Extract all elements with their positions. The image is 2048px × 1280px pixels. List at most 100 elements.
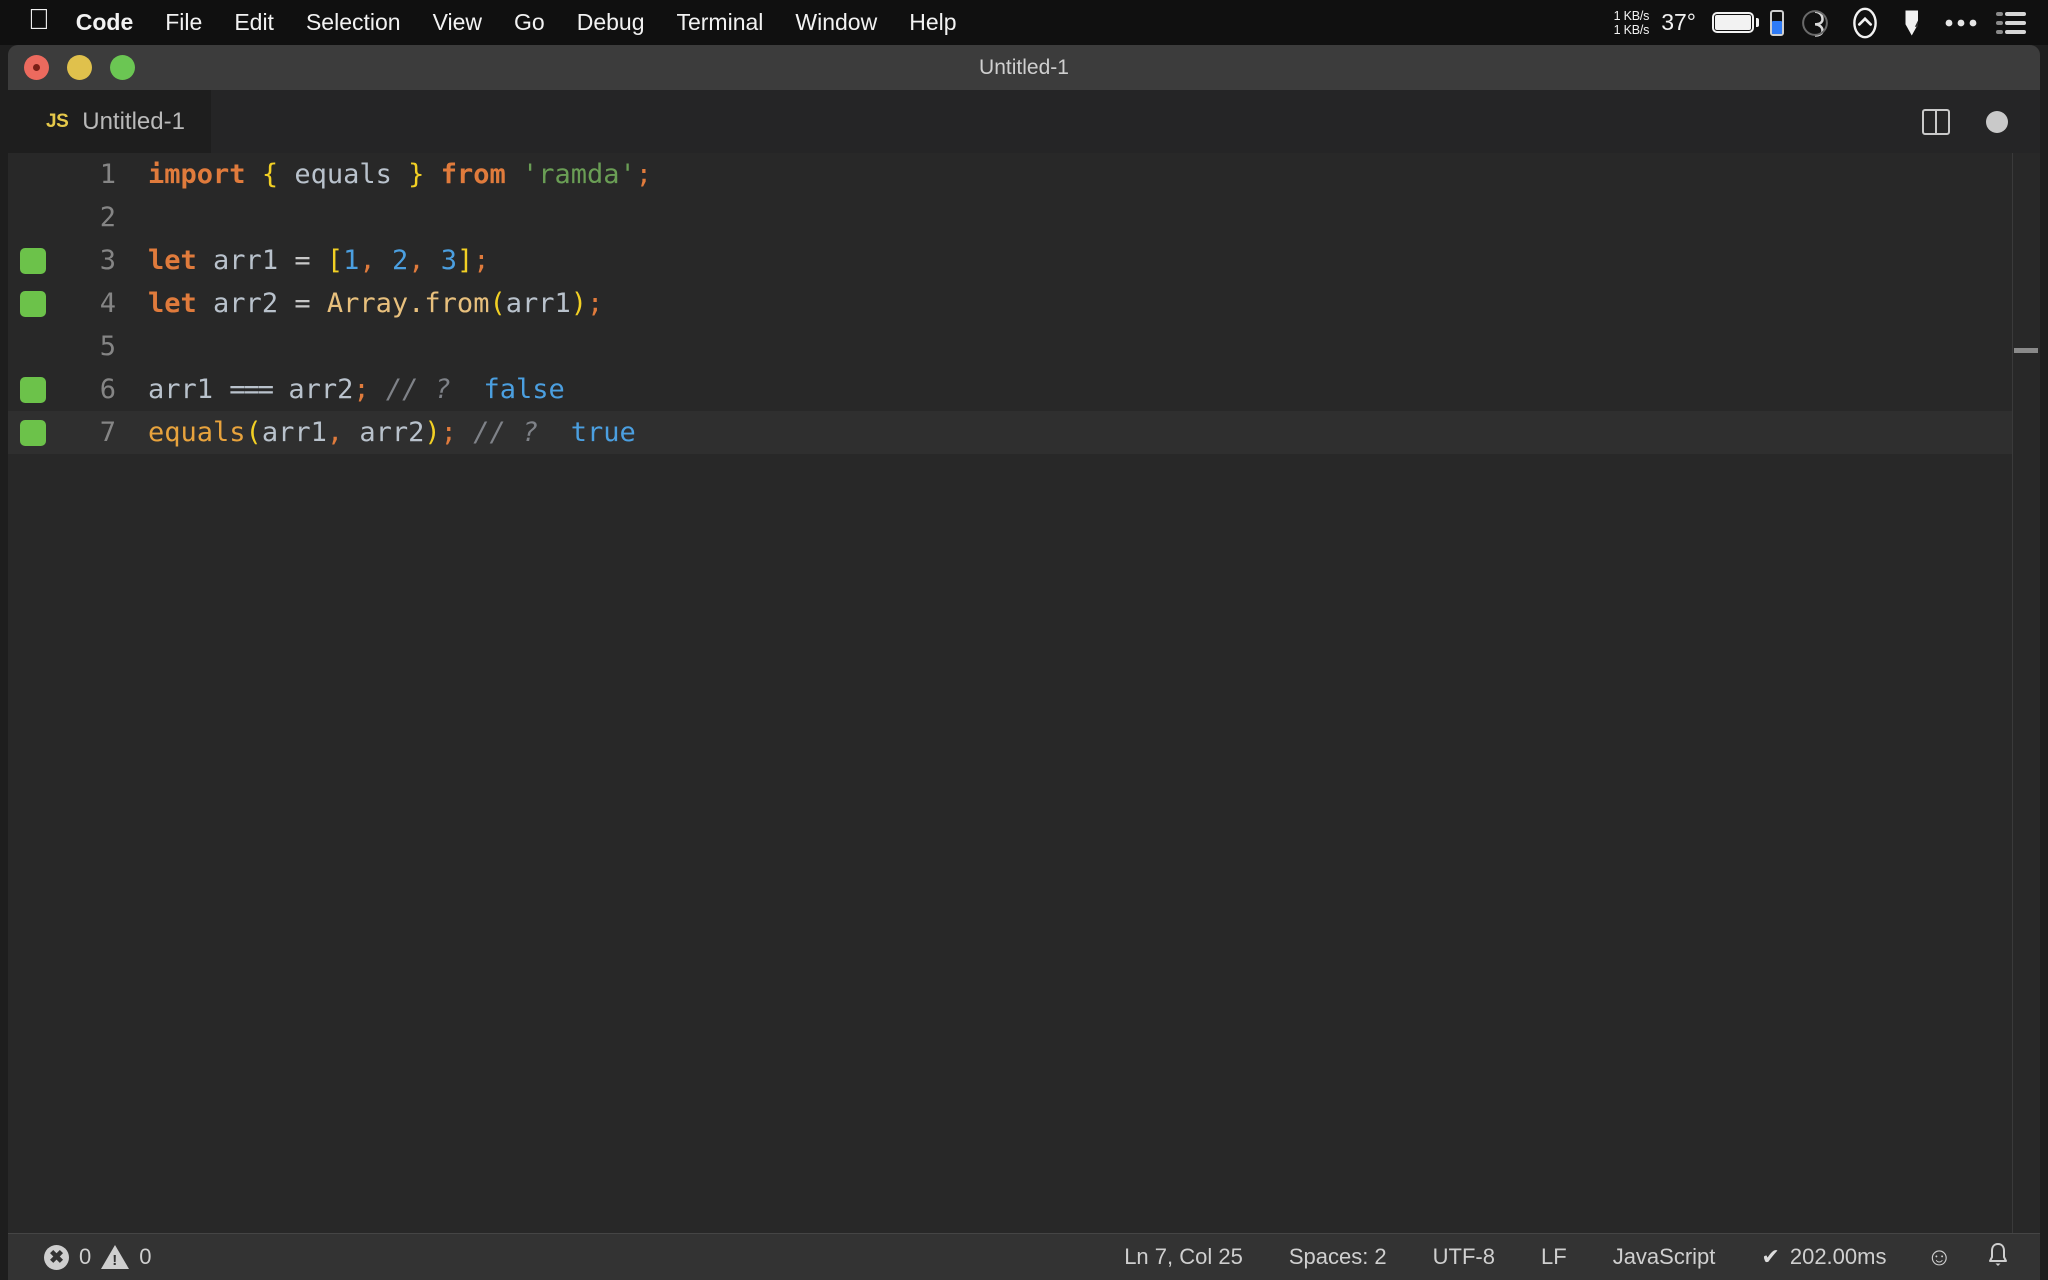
feedback-smiley-icon[interactable]: ☺ [1926, 1245, 1952, 1270]
line-number: 2 [68, 202, 116, 233]
line-number: 3 [68, 245, 116, 276]
notifications-bell-icon[interactable] [1986, 1242, 2010, 1273]
token-brace: } [408, 159, 424, 190]
line-number: 7 [68, 417, 116, 448]
quokka-coverage-marker [20, 420, 46, 446]
token-punc: ; [473, 245, 489, 276]
encoding-setting[interactable]: UTF-8 [1427, 1244, 1501, 1270]
code-line-2[interactable]: 2 [8, 196, 2040, 239]
token-op [278, 159, 294, 190]
quokka-coverage-marker [20, 291, 46, 317]
menu-item-terminal[interactable]: Terminal [676, 9, 763, 36]
dropbox-icon[interactable] [1900, 8, 1926, 38]
menu-item-view[interactable]: View [433, 9, 482, 36]
menu-bar-status-icons: 1 KB/s 1 KB/s 37° [1614, 0, 2048, 45]
menu-item-help[interactable]: Help [909, 9, 956, 36]
split-editor-icon[interactable] [1922, 109, 1950, 135]
token-num: 2 [392, 245, 408, 276]
token-op [311, 288, 327, 319]
temperature-indicator[interactable]: 37° [1661, 9, 1696, 36]
line-content: let arr2 = Array.from(arr1); [148, 288, 603, 319]
token-punc: ; [441, 417, 457, 448]
code-line-3[interactable]: 3let arr1 = [1, 2, 3]; [8, 239, 2040, 282]
token-eqeq: === [229, 374, 272, 405]
code-editor[interactable]: 1import { equals } from 'ramda';23let ar… [8, 153, 2040, 1233]
vscode-window: Untitled-1 JS Untitled-1 1import { equal… [8, 45, 2040, 1280]
token-cmt: // ? [473, 417, 538, 448]
unsaved-dot-icon[interactable] [1986, 111, 2008, 133]
quokka-coverage-marker [20, 377, 46, 403]
window-controls [24, 55, 135, 80]
token-num: 1 [343, 245, 359, 276]
control-center-icon[interactable] [1996, 10, 2026, 36]
token-op [246, 159, 262, 190]
token-kw: from [441, 159, 506, 190]
editor-scrollbar[interactable] [2012, 153, 2040, 1233]
apple-menu-icon[interactable]:  [28, 6, 50, 35]
token-fn: Array [327, 288, 408, 319]
token-brace: ) [571, 288, 587, 319]
menu-item-edit[interactable]: Edit [234, 9, 274, 36]
warning-count: 0 [139, 1244, 151, 1270]
token-op: = [294, 288, 310, 319]
token-punc: , [327, 417, 343, 448]
quokka-coverage-marker [20, 248, 46, 274]
token-brace: [ [327, 245, 343, 276]
token-op [424, 245, 440, 276]
tab-label: Untitled-1 [82, 108, 185, 136]
fan-control-icon[interactable] [1800, 8, 1830, 38]
problems-status[interactable]: ✖ 0 0 [38, 1244, 158, 1270]
menu-item-go[interactable]: Go [514, 9, 545, 36]
token-punc: , [408, 245, 424, 276]
token-op [370, 374, 386, 405]
line-ending-setting[interactable]: LF [1535, 1244, 1573, 1270]
code-lines-container: 1import { equals } from 'ramda';23let ar… [8, 153, 2040, 454]
language-mode[interactable]: JavaScript [1607, 1244, 1722, 1270]
cursor-position[interactable]: Ln 7, Col 25 [1118, 1244, 1249, 1270]
menu-item-debug[interactable]: Debug [577, 9, 645, 36]
tab-untitled-1[interactable]: JS Untitled-1 [8, 90, 211, 153]
zoom-button[interactable] [110, 55, 135, 80]
quokka-runtime-status[interactable]: ✔ 202.00ms [1755, 1244, 1892, 1270]
code-line-1[interactable]: 1import { equals } from 'ramda'; [8, 153, 2040, 196]
menu-item-code[interactable]: Code [76, 9, 134, 36]
token-op [197, 288, 213, 319]
line-number: 4 [68, 288, 116, 319]
code-line-5[interactable]: 5 [8, 325, 2040, 368]
code-line-7[interactable]: 7equals(arr1, arr2); // ? true [8, 411, 2040, 454]
token-op [311, 245, 327, 276]
token-op [278, 288, 294, 319]
token-brace: ] [457, 245, 473, 276]
token-op [538, 417, 571, 448]
token-cmt: // ? [386, 374, 451, 405]
menu-item-selection[interactable]: Selection [306, 9, 401, 36]
menu-item-file[interactable]: File [165, 9, 202, 36]
code-line-4[interactable]: 4 let arr2 = Array.from(arr1); [8, 282, 2040, 325]
token-op [424, 159, 440, 190]
arc-browser-icon[interactable] [1848, 6, 1882, 40]
close-button[interactable] [24, 55, 49, 80]
phone-battery-icon[interactable] [1770, 10, 1784, 36]
token-op: = [294, 245, 310, 276]
token-op [278, 245, 294, 276]
token-ident: arr1 [148, 374, 213, 405]
network-speed-indicator[interactable]: 1 KB/s 1 KB/s [1614, 9, 1650, 37]
error-icon: ✖ [44, 1245, 69, 1270]
token-op [506, 159, 522, 190]
token-brace: ) [424, 417, 440, 448]
token-op [213, 374, 229, 405]
code-line-6[interactable]: 6arr1 === arr2; // ? false [8, 368, 2040, 411]
minimize-button[interactable] [67, 55, 92, 80]
indentation-setting[interactable]: Spaces: 2 [1283, 1244, 1393, 1270]
token-fn: . [408, 288, 424, 319]
token-fncall: equals [148, 417, 246, 448]
quokka-runtime-value: 202.00ms [1790, 1244, 1887, 1270]
menu-item-window[interactable]: Window [795, 9, 877, 36]
token-fn: from [424, 288, 489, 319]
ellipsis-icon[interactable] [1944, 17, 1978, 29]
token-brace: ( [489, 288, 505, 319]
token-op [376, 245, 392, 276]
check-icon: ✔ [1761, 1244, 1779, 1270]
macos-menu-bar:  Code File Edit Selection View Go Debug… [0, 0, 2048, 45]
battery-icon[interactable] [1712, 12, 1754, 33]
